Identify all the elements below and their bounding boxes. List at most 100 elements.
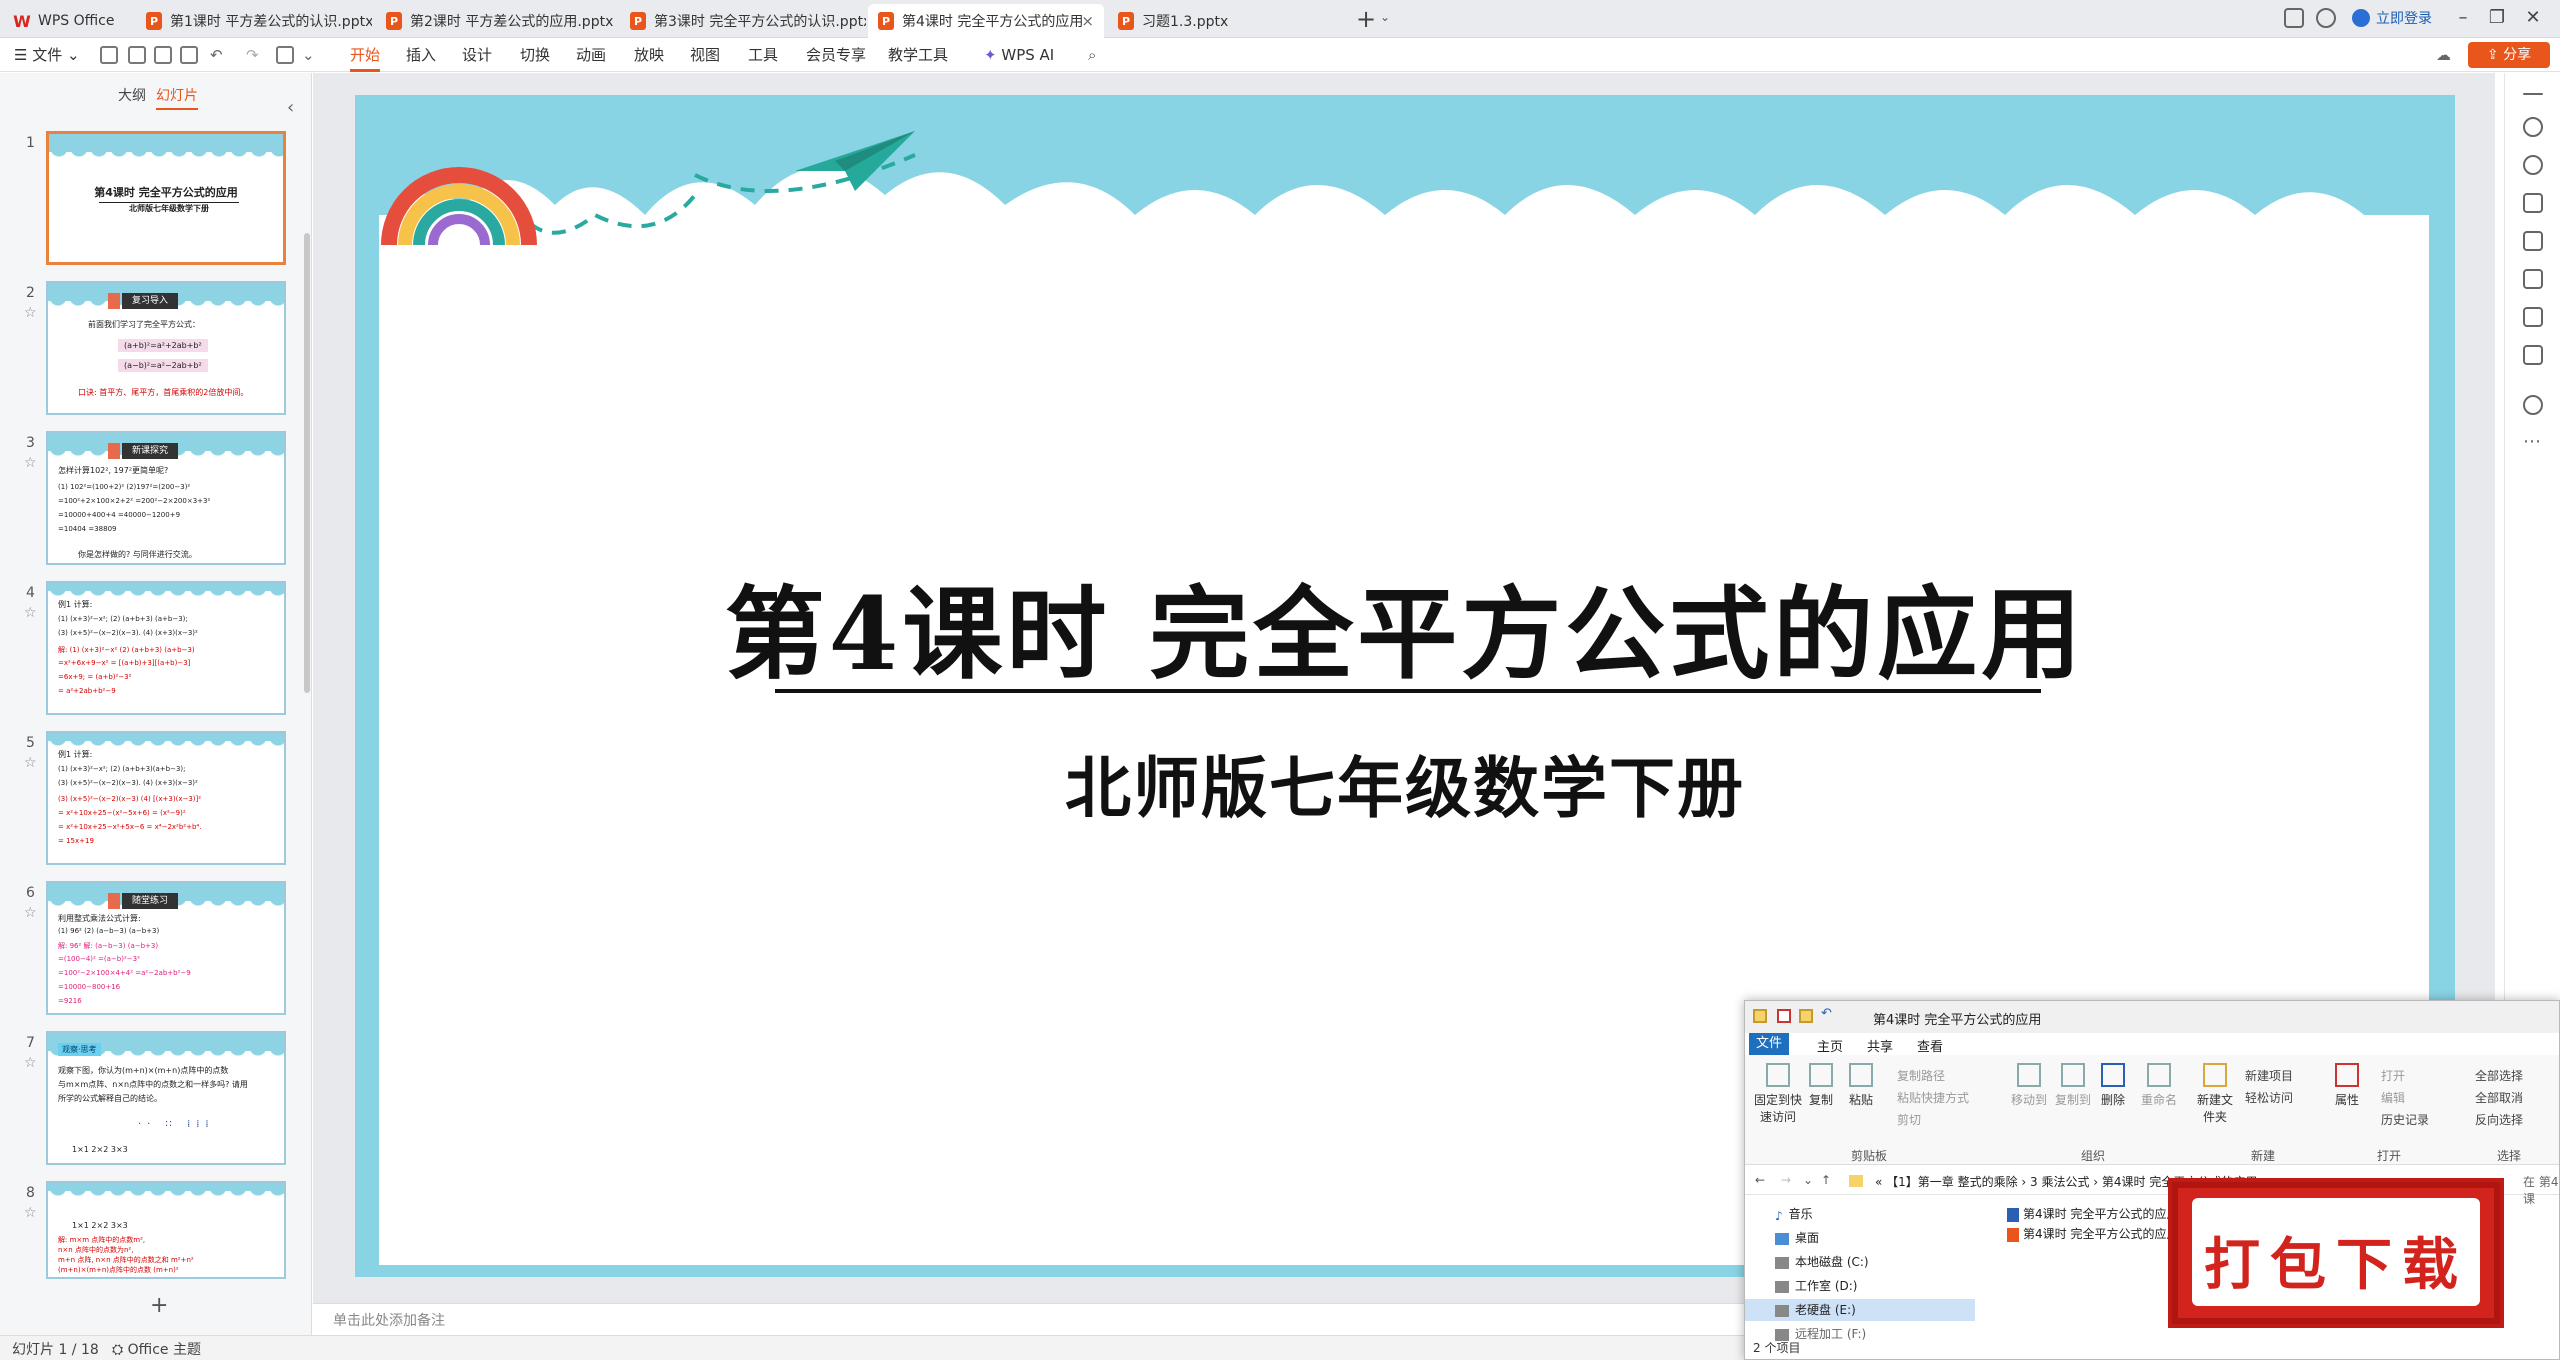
ribbon-tab-design[interactable]: 设计 <box>462 38 492 72</box>
file-menu[interactable]: ☰ 文件 ⌄ <box>14 38 80 72</box>
edit-button[interactable]: 编辑 <box>2381 1089 2405 1106</box>
theme-indicator[interactable]: ⛭ Office 主题 <box>112 1339 201 1359</box>
easy-access-button[interactable]: 轻松访问 <box>2245 1089 2293 1106</box>
undo-icon[interactable]: ↶ <box>1821 1006 1835 1021</box>
ribbon-tab-member[interactable]: 会员专享 <box>806 38 866 72</box>
ribbon-tab-insert[interactable]: 插入 <box>406 38 436 72</box>
lock-icon[interactable] <box>2523 345 2543 365</box>
ribbon-tab-home[interactable]: 开始 <box>350 38 381 72</box>
image-icon[interactable] <box>2523 269 2543 289</box>
ribbon-tab-transitions[interactable]: 切换 <box>520 38 550 72</box>
properties-button[interactable]: 属性 <box>2335 1063 2359 1108</box>
tab-slides[interactable]: 幻灯片 <box>156 85 198 110</box>
new-tab-button[interactable]: + <box>1356 6 1376 32</box>
explorer-tab-share[interactable]: 共享 <box>1867 1036 1893 1055</box>
print-preview-icon[interactable] <box>180 46 198 64</box>
redo-icon[interactable]: ↷ <box>246 38 259 72</box>
close-window-icon[interactable]: ✕ <box>2518 7 2548 28</box>
login-button[interactable]: 立即登录 <box>2352 8 2432 28</box>
restore-icon[interactable]: ❐ <box>2482 7 2512 28</box>
history-button[interactable]: 历史记录 <box>2381 1111 2429 1128</box>
slide-thumbnail-1[interactable]: 第4课时 完全平方公式的应用 北师版七年级数学下册 <box>46 131 286 265</box>
copy-button[interactable]: 复制 <box>1809 1063 1833 1108</box>
select-all-button[interactable]: 全部选择 <box>2475 1067 2523 1084</box>
cut-button[interactable]: 剪切 <box>1897 1111 1921 1128</box>
search-icon[interactable]: ⌕ <box>1088 38 1096 72</box>
slide-thumbnail-8[interactable]: 1×1 2×2 3×3 解: m×m 点阵中的点数m², n×n 点阵中的点数为… <box>46 1181 286 1279</box>
star-icon[interactable]: ☆ <box>24 605 37 621</box>
tree-item-drive-c[interactable]: 本地磁盘 (C:) <box>1775 1253 1869 1270</box>
save-icon[interactable] <box>100 46 118 64</box>
more-icon[interactable]: ⋯ <box>2523 433 2543 457</box>
share-button[interactable]: ⇪ 分享 <box>2468 42 2550 68</box>
more-quick-access-icon[interactable]: ⌄ <box>302 38 315 72</box>
up-arrow-icon[interactable]: ↑ <box>1821 1173 1831 1187</box>
explorer-tab-home[interactable]: 主页 <box>1817 1036 1843 1055</box>
undo-icon[interactable]: ↶ <box>210 38 223 72</box>
copy-path-button[interactable]: 复制路径 <box>1897 1067 1945 1084</box>
window-layout-icon[interactable] <box>2284 8 2304 28</box>
add-slide-button[interactable]: + <box>150 1293 168 1318</box>
pin-quick-access-button[interactable]: 固定到快速访问 <box>1753 1063 1803 1125</box>
move-to-button[interactable]: 移动到 <box>2011 1063 2047 1108</box>
explorer-tab-view[interactable]: 查看 <box>1917 1036 1943 1055</box>
new-item-button[interactable]: 新建项目 <box>2245 1067 2293 1084</box>
back-arrow-icon[interactable]: ← <box>1755 1173 1765 1187</box>
star-icon[interactable]: ☆ <box>24 455 37 471</box>
slide-thumbnail-4[interactable]: 例1 计算: (1) (x+3)²−x²; (2) (a+b+3) (a+b−3… <box>46 581 286 715</box>
adjust-icon[interactable] <box>2523 155 2543 175</box>
tree-item-desktop[interactable]: 桌面 <box>1775 1229 1819 1246</box>
rename-button[interactable]: 重命名 <box>2141 1063 2177 1108</box>
close-icon[interactable]: × <box>1081 12 1094 30</box>
tab-document-4-active[interactable]: P 第4课时 完全平方公式的应用 × <box>868 4 1104 38</box>
copy-to-button[interactable]: 复制到 <box>2055 1063 2091 1108</box>
slide-thumbnail-5[interactable]: 例1 计算: (1) (x+3)²−x²; (2) (a+b+3)(a+b−3)… <box>46 731 286 865</box>
tab-outline[interactable]: 大纲 <box>118 85 146 105</box>
download-banner[interactable]: 打包下载 <box>2168 1178 2504 1328</box>
star-icon[interactable]: ☆ <box>24 305 37 321</box>
new-folder-button[interactable]: 新建文件夹 <box>2193 1063 2237 1125</box>
help-icon[interactable] <box>2523 395 2543 415</box>
chevron-left-icon[interactable]: ‹ <box>287 97 294 118</box>
export-pdf-icon[interactable] <box>128 46 146 64</box>
star-icon[interactable]: ☆ <box>24 1205 37 1221</box>
slide-title[interactable]: 第4课时 完全平方公式的应用 <box>355 553 2455 698</box>
wps-ai-button[interactable]: ✦ WPS AI <box>984 38 1054 72</box>
slide-subtitle[interactable]: 北师版七年级数学下册 <box>355 735 2455 831</box>
ribbon-tab-tools[interactable]: 工具 <box>748 38 778 72</box>
recent-locations-icon[interactable]: ⌄ <box>1803 1173 1813 1187</box>
ribbon-tab-animation[interactable]: 动画 <box>576 38 606 72</box>
tab-document-5[interactable]: P 习题1.3.pptx <box>1108 4 1348 38</box>
tree-item-drive-d[interactable]: 工作室 (D:) <box>1775 1277 1857 1294</box>
chevron-down-icon[interactable]: ⌄ <box>1380 10 1390 24</box>
tab-document-1[interactable]: P 第1课时 平方差公式的认识.pptx <box>136 4 372 38</box>
tree-item-music[interactable]: ♪ 音乐 <box>1775 1205 1813 1223</box>
minimize-icon[interactable]: – <box>2448 7 2478 28</box>
new-folder-icon[interactable] <box>1799 1009 1813 1023</box>
ribbon-tab-teaching-tools[interactable]: 教学工具 <box>888 38 948 72</box>
open-button[interactable]: 打开 <box>2381 1067 2405 1084</box>
cube-icon[interactable] <box>2316 8 2336 28</box>
tab-document-3[interactable]: P 第3课时 完全平方公式的认识.pptx <box>620 4 866 38</box>
star-icon[interactable]: ☆ <box>24 1055 37 1071</box>
file-item[interactable]: 第4课时 完全平方公式的应用 <box>2007 1205 2178 1222</box>
slide-thumbnail-2[interactable]: 复习导入 前面我们学习了完全平方公式： (a+b)²=a²+2ab+b² (a−… <box>46 281 286 415</box>
star-icon[interactable]: ☆ <box>24 905 37 921</box>
paste-button[interactable]: 粘贴 <box>1849 1063 1873 1108</box>
paste-shortcut-button[interactable]: 粘贴快捷方式 <box>1897 1089 1969 1106</box>
minimize-panel-icon[interactable] <box>2523 93 2543 95</box>
cloud-sync-icon[interactable]: ☁ <box>2436 38 2451 72</box>
select-none-button[interactable]: 全部取消 <box>2475 1089 2523 1106</box>
forward-arrow-icon[interactable]: → <box>1781 1173 1791 1187</box>
properties-icon[interactable] <box>1777 1009 1791 1023</box>
ribbon-tab-view[interactable]: 视图 <box>690 38 720 72</box>
tree-item-drive-e[interactable]: 老硬盘 (E:) <box>1745 1299 1975 1321</box>
star-icon[interactable] <box>2523 193 2543 213</box>
tab-wps-office[interactable]: W WPS Office <box>4 4 132 38</box>
star-icon[interactable]: ☆ <box>24 755 37 771</box>
magic-wand-icon[interactable] <box>2523 307 2543 327</box>
tab-document-2[interactable]: P 第2课时 平方差公式的应用.pptx <box>376 4 616 38</box>
slide-thumbnail-6[interactable]: 随堂练习 利用整式乘法公式计算: (1) 96² (2) (a−b−3) (a−… <box>46 881 286 1015</box>
print-icon[interactable] <box>154 46 172 64</box>
copy-icon[interactable] <box>2523 231 2543 251</box>
